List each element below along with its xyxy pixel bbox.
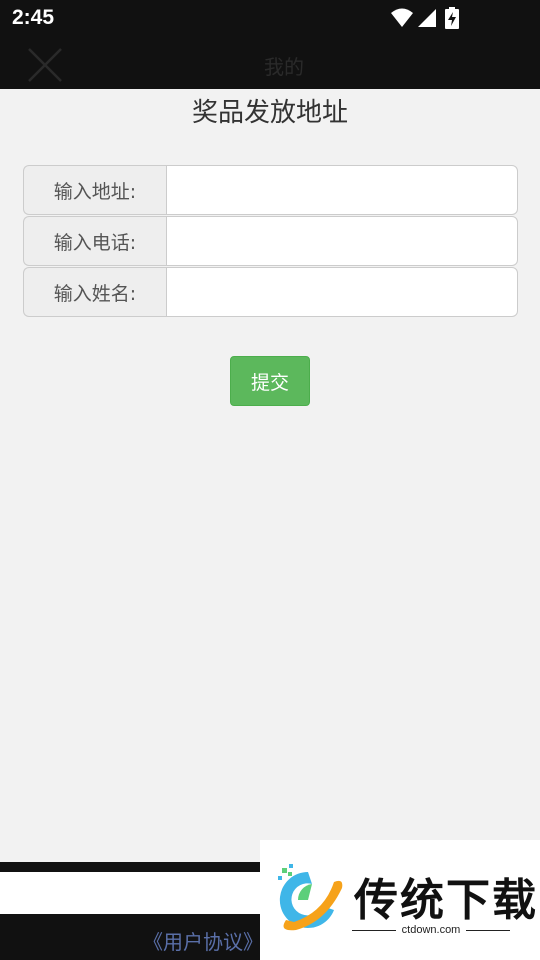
name-row: 输入姓名: [23,267,518,317]
address-input[interactable] [166,165,518,215]
name-label: 输入姓名: [23,267,166,317]
address-row: 输入地址: [23,165,518,215]
app-bar: 我的 [0,36,540,89]
bottom-bar: 《用户协议》 [0,914,260,960]
wifi-icon [391,8,413,27]
cell-signal-icon [418,9,436,27]
status-time: 2:45 [12,6,55,29]
status-bar: 2:45 [0,0,540,36]
submit-button[interactable]: 提交 [230,356,310,406]
bottom-input-area [0,872,260,914]
bottom-divider [0,862,260,872]
phone-input[interactable] [166,216,518,266]
address-label: 输入地址: [23,165,166,215]
watermark-domain-row: ctdown.com [352,924,511,936]
user-agreement-link[interactable]: 《用户协议》 [143,926,260,955]
watermark-brand: 传统下载 [354,875,538,926]
watermark-domain: ctdown.com [401,924,461,936]
battery-charging-icon [445,7,459,29]
phone-label: 输入电话: [23,216,166,266]
ctdown-logo-icon [278,864,343,931]
watermark: 传统下载 ctdown.com [260,840,540,960]
name-input[interactable] [166,267,518,317]
watermark-rule-left [352,929,396,931]
phone-row: 输入电话: [23,216,518,266]
app-bar-title: 我的 [264,55,304,79]
page-title: 奖品发放地址 [191,98,348,128]
watermark-rule-right [466,929,511,931]
